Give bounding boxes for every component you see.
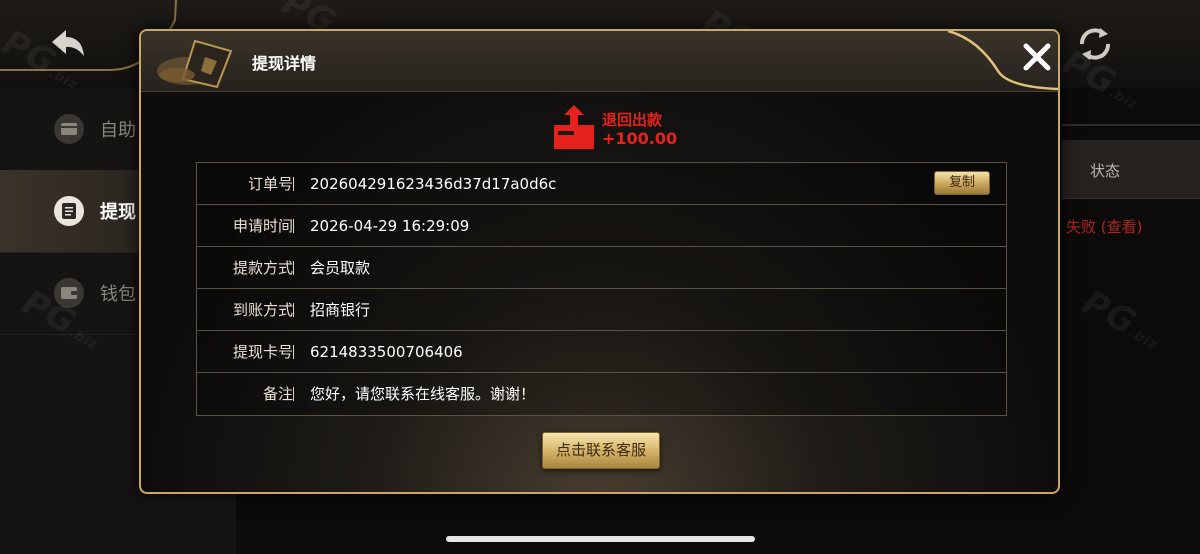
watermark: PG.biz [1075,282,1161,354]
refresh-icon [1080,28,1110,60]
emblem-icon [157,39,233,89]
table-header [1062,140,1200,199]
status-cell-link[interactable]: 失败 (查看) [1066,216,1142,237]
table-row: 到账方式 招商银行 [197,289,1006,331]
table-divider [1062,124,1200,126]
table-row: 申请时间 2026-04-29 16:29:09 [197,205,1006,247]
row-label: 申请时间 [232,217,293,235]
withdraw-method-value: 会员取款 [310,259,371,277]
order-number-value: 202604291623436d37d17a0d6c [310,175,557,193]
card-icon [54,114,84,144]
close-icon [1023,43,1051,71]
wallet-icon [54,278,84,308]
detail-table: 订单号 202604291623436d37d17a0d6c 复制 申请时间 2… [196,162,1007,416]
row-separator [293,177,294,191]
card-number-value: 6214833500706406 [310,343,463,361]
table-row: 提现卡号 6214833500706406 [197,331,1006,373]
row-label: 提款方式 [232,259,293,277]
sidebar-item-label: 钱包 [100,284,136,305]
row-separator [293,303,294,317]
refund-amount: +100.00 [602,129,678,148]
row-label: 提现卡号 [232,343,293,361]
upload-tray-icon [554,105,594,149]
withdraw-detail-dialog: 提现详情 退回出款 +100.00 订单号 202604291623436d37… [139,29,1060,494]
remark-value: 您好，请您联系在线客服。谢谢！ [310,385,536,403]
back-button[interactable] [48,26,88,62]
row-separator [293,387,294,401]
row-label: 备注 [262,385,293,403]
row-separator [293,219,294,233]
sidebar-item-label: 提现 [100,202,136,223]
row-separator [293,261,294,275]
dialog-header: 提现详情 [141,31,1058,92]
table-row: 备注 您好，请您联系在线客服。谢谢！ [197,373,1006,415]
receive-method-value: 招商银行 [310,301,371,319]
back-arrow-icon [52,30,84,56]
row-label: 到账方式 [232,301,293,319]
status-column-header: 状态 [1090,162,1121,180]
table-row: 订单号 202604291623436d37d17a0d6c 复制 [197,163,1006,205]
close-button[interactable] [1020,40,1054,74]
apply-time-value: 2026-04-29 16:29:09 [310,217,470,235]
row-separator [293,345,294,359]
contact-support-button[interactable]: 点击联系客服 [542,432,660,469]
document-icon [54,196,84,226]
dialog-title: 提现详情 [252,54,317,73]
row-label: 订单号 [247,175,293,193]
refresh-button[interactable] [1074,24,1116,64]
table-row: 提款方式 会员取款 [197,247,1006,289]
sidebar-item-label: 自助 [100,120,136,141]
home-indicator[interactable] [446,536,755,542]
copy-button[interactable]: 复制 [934,171,990,195]
refund-status-label: 退回出款 [602,111,663,129]
